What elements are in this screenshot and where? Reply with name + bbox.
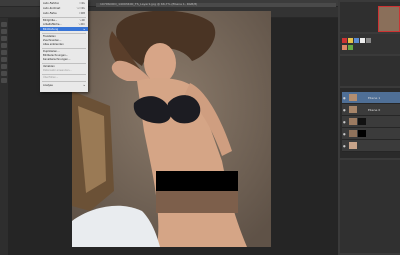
image-menu-dropdown: Auto-Farbton ⇧⌘L Auto-Kontrast ⌥⇧⌘L Auto… [40, 0, 88, 92]
layer-mask-thumbnail[interactable] [358, 130, 366, 137]
layer-thumbnail [349, 106, 357, 113]
layers-panel-empty [340, 160, 400, 253]
layers-panel: ● Ebene 1 ● Ebene 0 ● ● ● [340, 88, 400, 158]
layer-row[interactable]: ● Ebene 1 [342, 92, 400, 104]
menu-item-auto-tone[interactable]: Auto-Farbton [43, 2, 59, 5]
adjustments-panel [340, 56, 400, 86]
menu-item-apply-image[interactable]: Bildberechnungen... [43, 54, 68, 57]
submenu-arrow-icon: ▸ [83, 84, 85, 87]
layer-thumbnail [349, 142, 357, 149]
menu-item-duplicate[interactable]: Duplizieren... [43, 50, 60, 53]
censor-block [190, 171, 238, 191]
tools-panel [0, 18, 8, 255]
layer-row[interactable]: ● Ebene 0 [342, 104, 400, 116]
menu-item-auto-color[interactable]: Auto-Farbe [43, 12, 57, 15]
swatch[interactable] [348, 38, 353, 43]
marquee-tool-icon[interactable] [1, 29, 7, 34]
layer-mask-thumbnail[interactable] [358, 118, 366, 125]
text-tool-icon[interactable] [1, 78, 7, 83]
layer-thumbnail [349, 130, 357, 137]
navigator-panel [340, 2, 400, 32]
menu-item-variables[interactable]: Variablen [43, 65, 55, 68]
eye-icon[interactable]: ● [343, 144, 346, 148]
canvas-photo[interactable] [72, 11, 271, 247]
menu-separator [42, 74, 86, 75]
menu-shortcut: ⇧⌘B [78, 12, 85, 15]
menu-item-reveal-all[interactable]: Alles einblenden [43, 43, 64, 46]
swatch[interactable] [360, 38, 365, 43]
menu-item-image-rotation[interactable]: Bilddrehung [43, 28, 58, 31]
menu-item-trim[interactable]: Zuschneiden... [43, 39, 61, 42]
move-tool-icon[interactable] [1, 22, 7, 27]
layer-name: Ebene 0 [368, 108, 381, 112]
layer-row[interactable]: ● [342, 128, 400, 140]
layer-thumbnail [349, 94, 357, 101]
right-panels: ● Ebene 1 ● Ebene 0 ● ● ● [338, 0, 400, 255]
menu-item-image-size[interactable]: Bildgröße... [43, 19, 57, 22]
swatch[interactable] [342, 45, 347, 50]
menu-shortcut: ⇧⌘L [79, 2, 85, 5]
lasso-tool-icon[interactable] [1, 36, 7, 41]
menu-shortcut: ⌥⇧⌘L [76, 7, 85, 10]
submenu-arrow-icon: ▸ [83, 27, 85, 31]
layer-row[interactable]: ● [342, 140, 400, 152]
eye-icon[interactable]: ● [343, 120, 346, 124]
menu-item-analysis[interactable]: Analyse [43, 84, 53, 87]
eraser-tool-icon[interactable] [1, 64, 7, 69]
document-tab-title: 1070SOOO_14093400_TS_Layer1.jpg @ 66,7% … [100, 2, 198, 6]
menu-separator [42, 81, 86, 82]
navigator-thumbnail[interactable] [378, 6, 400, 32]
swatch[interactable] [348, 45, 353, 50]
swatch[interactable] [366, 38, 371, 43]
swatch[interactable] [354, 38, 359, 43]
swatches-panel [340, 34, 400, 54]
menu-separator [42, 63, 86, 64]
swatch[interactable] [342, 38, 347, 43]
layer-thumbnail [349, 118, 357, 125]
menu-separator [42, 48, 86, 49]
menu-item-auto-contrast[interactable]: Auto-Kontrast [43, 7, 60, 10]
crop-tool-icon[interactable] [1, 43, 7, 48]
menu-item-trap[interactable]: Überfüllen... [43, 76, 58, 79]
eye-icon[interactable]: ● [343, 132, 346, 136]
brush-tool-icon[interactable] [1, 50, 7, 55]
menu-shortcut: ⌥⌘C [77, 23, 85, 26]
menu-separator [42, 33, 86, 34]
censor-block [156, 191, 238, 213]
eye-icon[interactable]: ● [343, 96, 346, 100]
layer-row[interactable]: ● [342, 116, 400, 128]
stamp-tool-icon[interactable] [1, 57, 7, 62]
censor-block [156, 171, 190, 191]
layer-name: Ebene 1 [368, 96, 381, 100]
menu-item-crop[interactable]: Freistellen [43, 35, 56, 38]
eye-icon[interactable]: ● [343, 108, 346, 112]
menu-item-calculations[interactable]: Kanalberechnungen... [43, 58, 70, 61]
menu-separator [42, 17, 86, 18]
menu-item-canvas-size[interactable]: Arbeitsfläche... [43, 23, 62, 26]
gradient-tool-icon[interactable] [1, 71, 7, 76]
menu-item-apply-data-set[interactable]: Datensatz anwenden... [43, 69, 72, 72]
menu-shortcut: ⌥⌘I [78, 19, 85, 22]
